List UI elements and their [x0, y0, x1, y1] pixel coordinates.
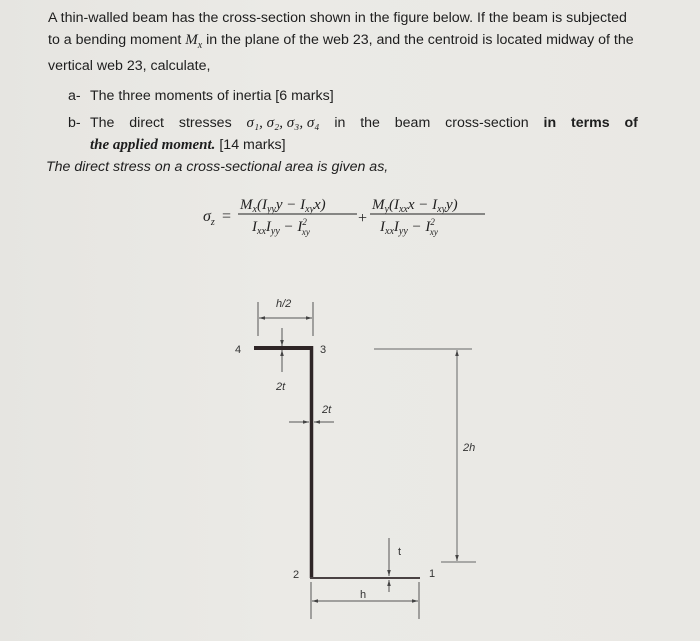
node-2-label: 2	[293, 569, 299, 581]
label-web-height: 2h	[462, 442, 475, 454]
node-4-label: 4	[235, 344, 241, 356]
label-web-thickness: 2t	[321, 404, 332, 416]
node-3-label: 3	[320, 344, 326, 356]
label-top-thickness: 2t	[275, 381, 286, 393]
label-h-half: h/2	[276, 298, 291, 310]
label-bottom-thickness: t	[398, 546, 401, 558]
dim-web-height	[374, 348, 476, 563]
cross-section-figure: h/2 2t 2t 2h t h 4 3 2 1	[235, 298, 476, 619]
node-1-label: 1	[429, 568, 435, 580]
label-bottom-width: h	[360, 589, 366, 601]
